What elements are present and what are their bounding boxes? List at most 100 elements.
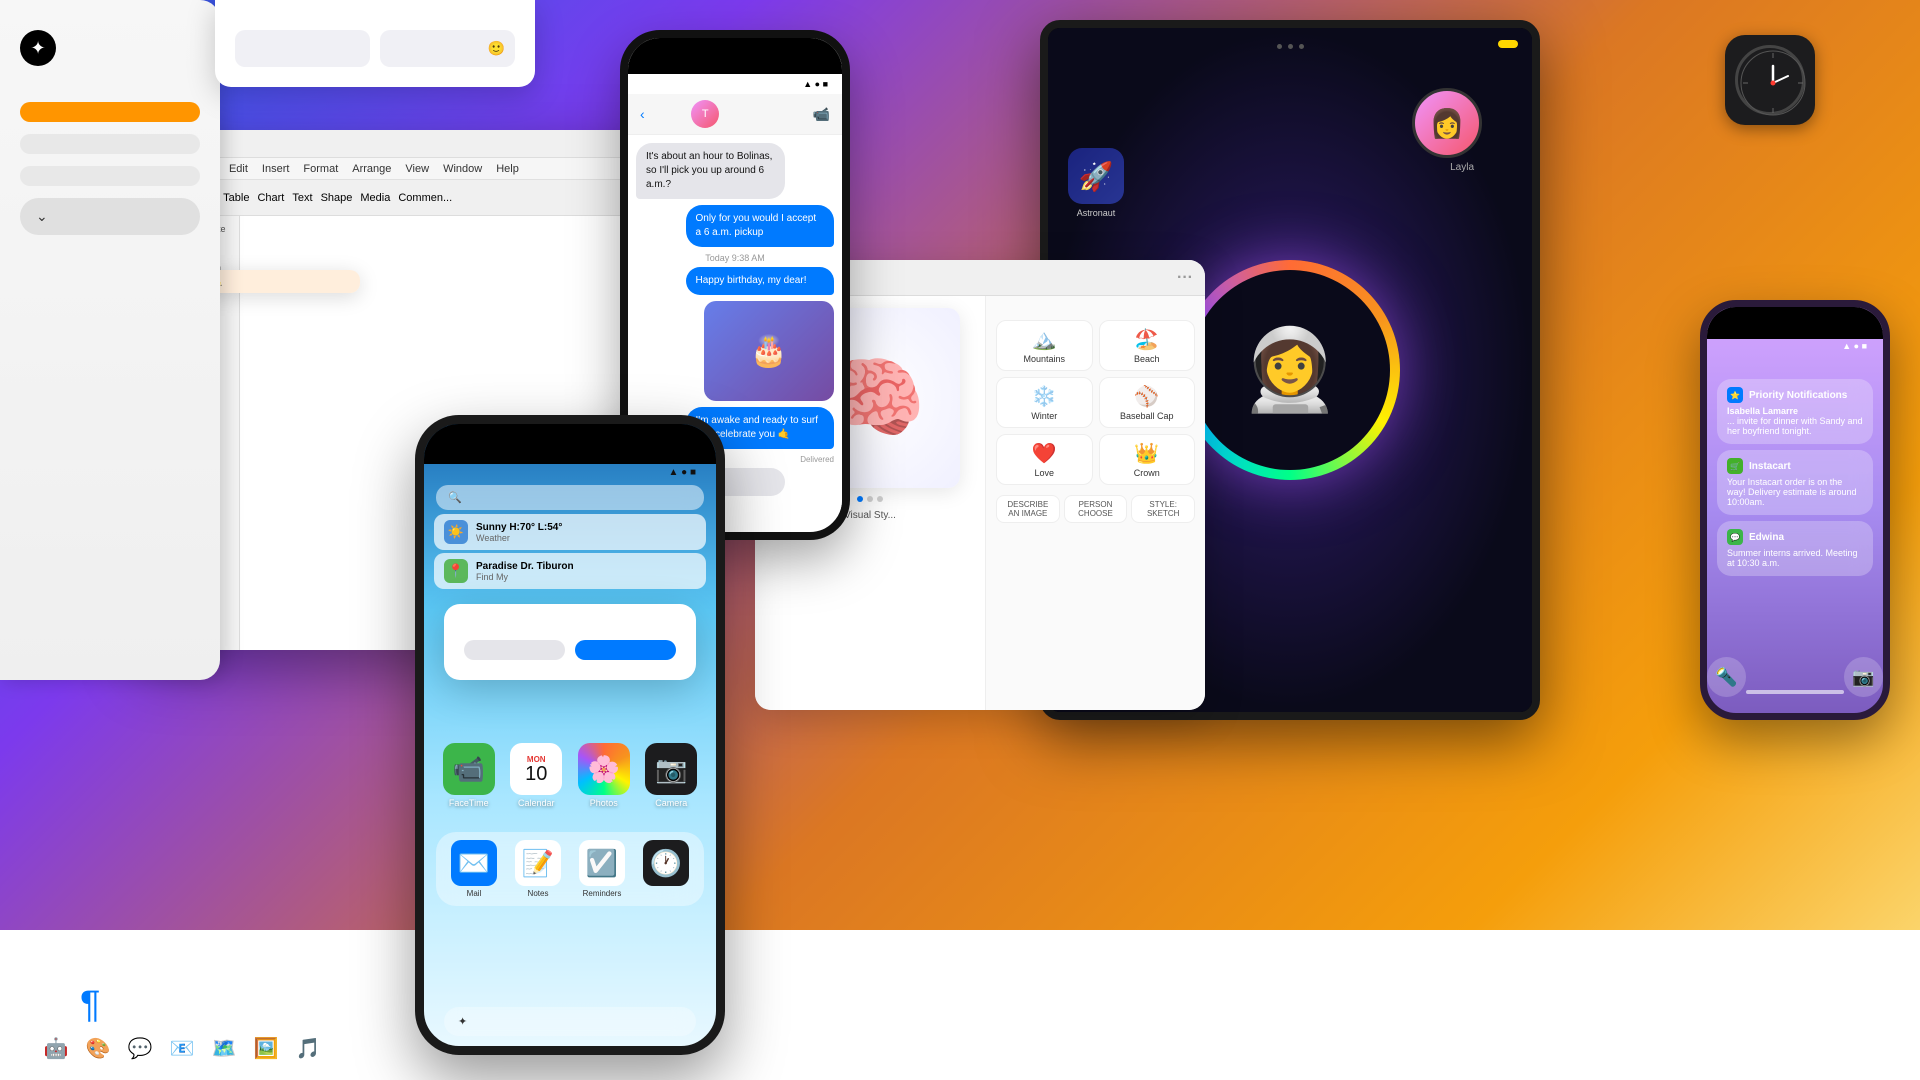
message-date: Today 9:38 AM: [636, 253, 834, 263]
lock-notifications: ⭐ Priority Notifications Isabella Lamarr…: [1717, 379, 1873, 576]
menu-help[interactable]: Help: [496, 163, 519, 175]
lock-notif-2[interactable]: 🛒 Instacart Your Instacart order is on t…: [1717, 450, 1873, 515]
chatgpt-confirm-button[interactable]: [575, 640, 676, 660]
suggestion-beach[interactable]: 🏖️Beach: [1099, 320, 1196, 371]
iphone-main: ▲ ● ■ 🔍 ☀️ Sunny H:70° L:54° Weather 📍 P…: [415, 415, 725, 1055]
chatgpt-logo-icon: ✦: [20, 30, 56, 66]
style-sketch[interactable]: STYLE: SKETCH: [1131, 495, 1195, 523]
reminders-dock-icon[interactable]: ☑️ Reminders: [572, 840, 632, 898]
clock-dock-icon[interactable]: 🕐: [636, 840, 696, 898]
memoji-ring: 👩‍🚀: [1180, 260, 1400, 480]
instacart-title: Instacart: [1749, 461, 1791, 472]
spotlight-result-weather[interactable]: ☀️ Sunny H:70° L:54° Weather: [434, 514, 706, 550]
style-chips: DESCRIBE AN IMAGE PERSON CHOOSE STYLE: S…: [996, 495, 1195, 523]
camera-icon[interactable]: 📷 Camera: [641, 743, 703, 808]
menu-insert[interactable]: Insert: [262, 163, 290, 175]
toolbar-table[interactable]: Table: [223, 192, 249, 204]
menu-view[interactable]: View: [405, 163, 429, 175]
iphone-main-dynamic-island: [525, 432, 615, 456]
suggestion-chips: 🏔️Mountains 🏖️Beach ❄️Winter ⚾Baseball C…: [996, 320, 1195, 485]
add-photo-button[interactable]: [20, 134, 200, 154]
weather-category: Weather: [476, 533, 562, 543]
spotlight-result-location[interactable]: 📍 Paradise Dr. Tiburon Find My: [434, 553, 706, 589]
lock-notch: [1707, 307, 1883, 339]
app-grid: 📹 FaceTime MON 10 Calendar 🌸 Photos 📷 Ca…: [438, 743, 702, 816]
astronaut-icon[interactable]: 🚀 Astronaut: [1068, 148, 1124, 218]
ipad-profile-label: Layla: [1450, 162, 1474, 173]
contact-avatar: T: [691, 100, 719, 128]
main-status-icons: ▲ ● ■: [668, 467, 696, 478]
home-indicator: [1746, 690, 1844, 694]
weather-label: Sunny H:70° L:54°: [476, 522, 562, 533]
calendar-icon[interactable]: MON 10 Calendar: [506, 743, 568, 808]
notes-dock-icon[interactable]: 📝 Notes: [508, 840, 568, 898]
status-icons: ▲ ● ■: [803, 79, 828, 89]
dock-messages[interactable]: 💬: [122, 1030, 158, 1066]
more-options-icon[interactable]: ···: [1177, 269, 1193, 287]
toolbar-text[interactable]: Text: [292, 192, 312, 204]
style-person[interactable]: PERSON CHOOSE: [1064, 495, 1128, 523]
menu-window[interactable]: Window: [443, 163, 482, 175]
menu-arrange[interactable]: Arrange: [352, 163, 391, 175]
birthday-image: 🎂: [704, 301, 834, 401]
dock-photos[interactable]: 🖼️: [248, 1030, 284, 1066]
toolbar-shape[interactable]: Shape: [321, 192, 353, 204]
dock-maps[interactable]: 🗺️: [206, 1030, 242, 1066]
siri-icon: ✦: [458, 1015, 467, 1028]
menu-edit[interactable]: Edit: [229, 163, 248, 175]
flashlight-button[interactable]: 🔦: [1707, 657, 1746, 697]
style-describe[interactable]: DESCRIBE AN IMAGE: [996, 495, 1060, 523]
lock-notif-3[interactable]: 💬 Edwina Summer interns arrived. Meeting…: [1717, 521, 1873, 576]
message-2: Only for you would I accept a 6 a.m. pic…: [686, 205, 835, 247]
toolbar-media[interactable]: Media: [360, 192, 390, 204]
instacart-icon: 🛒: [1727, 458, 1743, 474]
ipad-create-button[interactable]: [1498, 40, 1518, 48]
pilcrow-symbol: ¶: [80, 984, 100, 1026]
menu-bar: Pages File Edit Insert Format Arrange Vi…: [140, 158, 680, 180]
toolbar-comment[interactable]: Commen...: [398, 192, 452, 204]
messages-notch: [628, 38, 842, 74]
ipad-top-indicators: [1048, 44, 1532, 49]
dock-music[interactable]: 🎵: [290, 1030, 326, 1066]
dock-art[interactable]: 🎨: [80, 1030, 116, 1066]
chatgpt-logo-row: ✦: [20, 30, 200, 66]
add-macro-button[interactable]: [20, 102, 200, 122]
suggestion-baseballcap[interactable]: ⚾Baseball Cap: [1099, 377, 1196, 428]
suggestion-winter[interactable]: ❄️Winter: [996, 377, 1093, 428]
include-button[interactable]: [20, 166, 200, 186]
window-toolbar: View Insert Table Chart Text Shape Media…: [140, 180, 680, 216]
suggestion-love[interactable]: ❤️Love: [996, 434, 1093, 485]
lock-notif-1[interactable]: ⭐ Priority Notifications Isabella Lamarr…: [1717, 379, 1873, 444]
rewrite-panel-header: ✏️: [200, 270, 360, 293]
spotlight-results: ☀️ Sunny H:70° L:54° Weather 📍 Paradise …: [434, 514, 706, 589]
smart-reply-yes[interactable]: [235, 30, 370, 67]
dock-chatgpt[interactable]: 🤖: [38, 1030, 74, 1066]
facetime-icon[interactable]: 📹 FaceTime: [438, 743, 500, 808]
iphone-lock: ▲ ● ■ ⭐ Priority Notifications Isabella …: [1700, 300, 1890, 720]
suggestion-mountains[interactable]: 🏔️Mountains: [996, 320, 1093, 371]
dock-mail[interactable]: 📧: [164, 1030, 200, 1066]
lock-status-icons: ▲ ● ■: [1842, 341, 1867, 351]
ipad-profile-pic: 👩: [1412, 88, 1482, 158]
messages-header: ‹ T 📹: [628, 94, 842, 135]
location-category: Find My: [476, 572, 574, 582]
menu-format[interactable]: Format: [303, 163, 338, 175]
more-button[interactable]: ⌄: [20, 198, 200, 235]
message-3: Happy birthday, my dear!: [686, 267, 835, 295]
suggestion-crown[interactable]: 👑Crown: [1099, 434, 1196, 485]
clock-app-icon[interactable]: [1725, 35, 1815, 125]
video-call-icon[interactable]: 📹: [813, 106, 830, 123]
clock-face: [1735, 45, 1805, 115]
mail-dock-icon[interactable]: ✉️ Mail: [444, 840, 504, 898]
siri-bar[interactable]: ✦: [444, 1007, 696, 1036]
back-button[interactable]: ‹: [640, 106, 645, 122]
toolbar-chart[interactable]: Chart: [257, 192, 284, 204]
spotlight-search[interactable]: 🔍: [436, 485, 704, 510]
camera-lock-button[interactable]: 📷: [1844, 657, 1883, 697]
ipad-app-icons: 🚀 Astronaut: [1068, 148, 1124, 218]
smart-reply-no[interactable]: 🙂: [380, 30, 515, 67]
chatgpt-sidebar: ✦ ⌄: [0, 0, 220, 680]
chatgpt-cancel-button[interactable]: [464, 640, 565, 660]
photos-icon[interactable]: 🌸 Photos: [573, 743, 635, 808]
lock-status-bar: ▲ ● ■: [1707, 339, 1883, 353]
